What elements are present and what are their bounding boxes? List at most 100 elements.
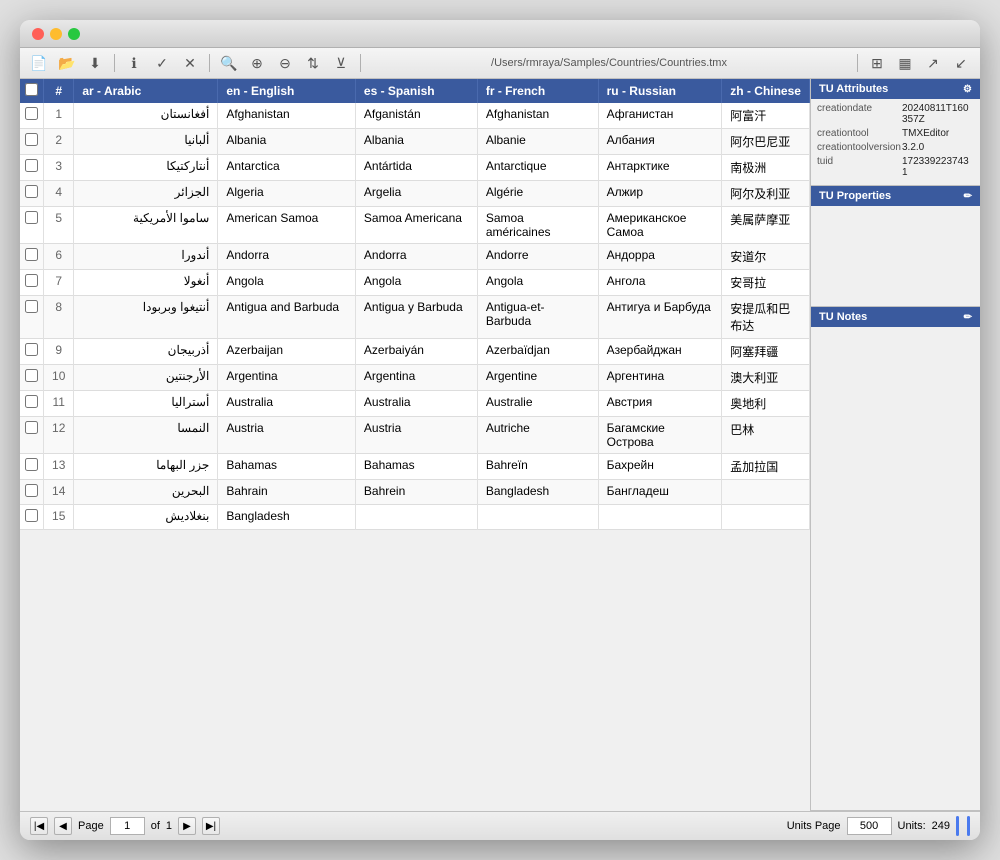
row-ar-cell: البحرين: [74, 480, 218, 505]
row-num-cell: 7: [44, 270, 74, 296]
row-zh-cell: 阿尔及利亚: [722, 181, 810, 207]
table-icon[interactable]: ▦: [894, 52, 916, 74]
open-icon[interactable]: 📂: [56, 52, 78, 74]
row-check-cell[interactable]: [20, 480, 44, 505]
row-check-cell[interactable]: [20, 339, 44, 365]
prev-page-button[interactable]: ◀: [54, 817, 72, 835]
tu-notes-content: [811, 327, 980, 447]
units-page-label: Units Page: [787, 820, 841, 832]
row-en-cell: Bangladesh: [218, 505, 356, 530]
row-checkbox[interactable]: [25, 484, 38, 497]
row-checkbox[interactable]: [25, 421, 38, 434]
row-checkbox[interactable]: [25, 343, 38, 356]
info-icon[interactable]: ℹ: [123, 52, 145, 74]
table-row: 12 النمسا Austria Austria Autriche Багам…: [20, 417, 810, 454]
row-check-cell[interactable]: [20, 244, 44, 270]
export-icon[interactable]: ↗: [922, 52, 944, 74]
separator3: [360, 54, 361, 72]
row-zh-cell: 阿尔巴尼亚: [722, 129, 810, 155]
sort-icon[interactable]: ⇅: [302, 52, 324, 74]
row-num-cell: 3: [44, 155, 74, 181]
tu-properties-edit-icon[interactable]: ✏: [964, 191, 972, 202]
row-checkbox[interactable]: [25, 395, 38, 408]
row-zh-cell: 奥地利: [722, 391, 810, 417]
row-es-cell: Albania: [355, 129, 477, 155]
row-check-cell[interactable]: [20, 129, 44, 155]
new-icon[interactable]: 📄: [28, 52, 50, 74]
table-row: 15 بنغلاديش Bangladesh: [20, 505, 810, 530]
row-check-cell[interactable]: [20, 207, 44, 244]
row-check-cell[interactable]: [20, 155, 44, 181]
row-fr-cell: Samoa américaines: [477, 207, 598, 244]
data-table: # ar - Arabic en - English es - Spanish …: [20, 79, 810, 530]
row-check-cell[interactable]: [20, 454, 44, 480]
row-check-cell[interactable]: [20, 270, 44, 296]
scroll-indicator: [956, 816, 959, 836]
attr-row: creationdate 20240811T160357Z: [817, 103, 974, 125]
next-page-button[interactable]: ▶: [178, 817, 196, 835]
row-checkbox[interactable]: [25, 159, 38, 172]
check-icon[interactable]: ✓: [151, 52, 173, 74]
col-header-ar: ar - Arabic: [74, 79, 218, 103]
units-page-input[interactable]: [847, 817, 892, 835]
total-pages: 1: [166, 820, 172, 832]
row-en-cell: Bahrain: [218, 480, 356, 505]
row-fr-cell: Afghanistan: [477, 103, 598, 129]
row-ar-cell: أستراليا: [74, 391, 218, 417]
row-zh-cell: 安道尔: [722, 244, 810, 270]
row-ar-cell: أنغولا: [74, 270, 218, 296]
minus-icon[interactable]: ⊖: [274, 52, 296, 74]
row-check-cell[interactable]: [20, 296, 44, 339]
select-all-checkbox[interactable]: [25, 83, 38, 96]
search-icon[interactable]: 🔍: [218, 52, 240, 74]
row-ru-cell: Антарктике: [598, 155, 722, 181]
row-num-cell: 6: [44, 244, 74, 270]
col-header-es: es - Spanish: [355, 79, 477, 103]
minimize-button[interactable]: [50, 28, 62, 40]
row-checkbox[interactable]: [25, 458, 38, 471]
first-page-button[interactable]: |◀: [30, 817, 48, 835]
row-checkbox[interactable]: [25, 211, 38, 224]
row-fr-cell: Andorre: [477, 244, 598, 270]
tu-notes-header: TU Notes ✏: [811, 307, 980, 327]
add-icon[interactable]: ⊕: [246, 52, 268, 74]
table-body: 1 أفغانستان Afghanistan Afganistán Afgha…: [20, 103, 810, 530]
col-header-check[interactable]: [20, 79, 44, 103]
row-num-cell: 12: [44, 417, 74, 454]
close-button[interactable]: [32, 28, 44, 40]
row-ar-cell: بنغلاديش: [74, 505, 218, 530]
row-en-cell: American Samoa: [218, 207, 356, 244]
row-check-cell[interactable]: [20, 505, 44, 530]
row-check-cell[interactable]: [20, 365, 44, 391]
row-es-cell: Argelia: [355, 181, 477, 207]
tu-notes-edit-icon[interactable]: ✏: [964, 312, 972, 323]
row-num-cell: 11: [44, 391, 74, 417]
save-icon[interactable]: ⬇: [84, 52, 106, 74]
filter-icon[interactable]: ⊻: [330, 52, 352, 74]
grid-icon[interactable]: ⊞: [866, 52, 888, 74]
row-check-cell[interactable]: [20, 181, 44, 207]
row-checkbox[interactable]: [25, 133, 38, 146]
table-row: 14 البحرين Bahrain Bahrein Bangladesh Ба…: [20, 480, 810, 505]
last-page-button[interactable]: ▶|: [202, 817, 220, 835]
row-checkbox[interactable]: [25, 107, 38, 120]
row-checkbox[interactable]: [25, 300, 38, 313]
maximize-button[interactable]: [68, 28, 80, 40]
row-checkbox[interactable]: [25, 185, 38, 198]
row-fr-cell: Bahreïn: [477, 454, 598, 480]
row-checkbox[interactable]: [25, 274, 38, 287]
row-check-cell[interactable]: [20, 417, 44, 454]
close-icon[interactable]: ✕: [179, 52, 201, 74]
row-ar-cell: أفغانستان: [74, 103, 218, 129]
row-check-cell[interactable]: [20, 103, 44, 129]
row-es-cell: Bahamas: [355, 454, 477, 480]
row-checkbox[interactable]: [25, 248, 38, 261]
row-checkbox[interactable]: [25, 509, 38, 522]
tu-attributes-settings-icon[interactable]: ⚙: [963, 84, 972, 95]
row-num-cell: 1: [44, 103, 74, 129]
row-checkbox[interactable]: [25, 369, 38, 382]
page-input[interactable]: [110, 817, 145, 835]
col-header-fr: fr - French: [477, 79, 598, 103]
row-check-cell[interactable]: [20, 391, 44, 417]
import-icon[interactable]: ↙: [950, 52, 972, 74]
